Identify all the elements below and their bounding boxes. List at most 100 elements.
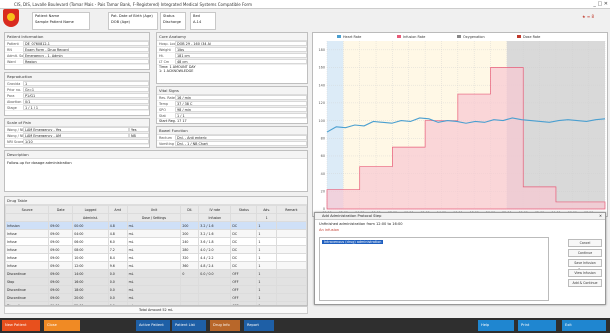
dialog-continue-button[interactable]: Continue [568,249,602,257]
table-row[interactable]: Infuse 09:00 04:00 4.8 mL 200 3.2 / 1.6 DC 1 [5,229,307,238]
column-header[interactable]: Unit [126,205,182,214]
scale-of-pain-field[interactable]: LAM Emergency - AM [23,133,129,138]
table-cell: 4.8 / 2.4 [198,261,232,270]
header-bed[interactable]: Bed A-14 [190,12,216,30]
y-tick-label: 40 [321,172,325,176]
patient-info-field[interactable]: Exam Form - Drug Record [23,47,149,52]
dialog-selected-item[interactable]: Intravenous (drug) administration [322,240,384,244]
dialog-cancel-button[interactable]: Cancel [568,239,602,247]
window-controls[interactable]: _ □ ✕ [593,1,608,7]
table-cell [275,269,307,278]
core-anatomy-field[interactable]: DOB 29 - 160 (34 A) [175,41,307,46]
legend-label: Oxygenation [463,35,485,39]
table-cell: Infuse [5,261,50,270]
table-row[interactable]: Discontinue 09:00 18:00 0.0 mL OFF 1 [5,285,307,294]
table-row[interactable]: Discontinue 09:00 20:00 0.0 mL OFF 1 [5,293,307,302]
vital-signs-field[interactable]: 37 / 38 C [175,101,307,106]
dialog-add-continue-button[interactable]: Add & Continue [568,279,602,287]
column-header[interactable]: Date [48,205,74,214]
table-cell: Infuse [5,253,50,262]
column-header[interactable]: Logged [72,205,109,214]
vital-signs-field[interactable]: 16 / min [175,95,307,100]
bowel-function-field[interactable]: Dnl. - Anti enteric [175,135,307,140]
dialog-close-icon[interactable]: ✕ [599,213,602,220]
help-button[interactable]: Help [478,320,514,331]
column-header[interactable]: Adv. [256,205,277,214]
table-cell [275,237,307,246]
table-cell [275,277,307,286]
drug-info-button[interactable]: Drug Info [210,320,240,331]
description-text[interactable]: Follow-up for dosage administration [5,159,307,167]
reproduction-row: Stage 1 / 1 / 1 [5,105,149,111]
table-cell: 0.0 [107,269,128,278]
scale-of-pain-select[interactable]: Yes [129,127,149,132]
reproduction-field[interactable]: P1/G1 [23,93,149,98]
table-cell: DC [230,261,258,270]
core-anatomy-field[interactable]: 181 cm [175,53,307,58]
status-indicator[interactable]: ★ ≡ 8 [582,14,594,19]
shade-blue [327,41,344,209]
column-header[interactable]: Status [230,205,258,214]
patient-info-label: Ward [7,59,16,64]
table-cell: 6.0 [107,237,128,246]
table-row[interactable]: Infuse 09:00 06:00 6.0 mL 240 3.6 / 1.8 DC 1 [5,237,307,246]
reproduction-field[interactable]: 1 / 1 / 1 [23,105,149,110]
patient-info-field[interactable]: Emergency - 1, Admin [23,53,149,58]
new-patient-button[interactable]: New Patient [2,320,40,331]
reproduction-field[interactable]: 1 [23,81,149,86]
reproduction-label: Para [7,93,15,98]
bowel-function-field[interactable]: Dnl. - 1 / NB Chart [175,141,307,146]
reproduction-field[interactable]: 0/1 [23,99,149,104]
table-row[interactable]: Infuse 09:00 10:00 8.4 mL 320 4.4 / 2.2 DC 1 [5,253,307,262]
dialog-view-infusion-button[interactable]: View Infusion [568,269,602,277]
exit-button[interactable]: Exit [562,320,606,331]
column-header[interactable]: Source [5,205,50,214]
dialog-list[interactable]: Intravenous (drug) administration [319,237,549,301]
core-anatomy-field[interactable]: 48 cm [175,59,307,64]
core-anatomy-field[interactable]: 1lbs [175,47,307,52]
core-anatomy-label: Weight [159,47,171,52]
column-header[interactable]: Amt [107,205,128,214]
column-subheader [5,213,50,222]
scale-of-pain-field[interactable]: 1/10 [23,139,149,144]
scale-of-pain-select[interactable]: NB [129,133,149,138]
column-header[interactable]: Dil. [180,205,200,214]
app-logo [3,9,19,27]
column-subheader [107,213,128,222]
vital-signs-label: SPO [159,107,166,112]
vital-signs-label: Temp [159,101,169,106]
table-cell: mL [126,245,182,254]
table-row[interactable]: Infuse 09:00 08:00 7.2 mL 280 4.0 / 2.0 DC 1 [5,245,307,254]
table-cell: 09:00 [48,261,74,270]
column-header[interactable]: Remark [275,205,307,214]
active-patient-button[interactable]: Active Patient [136,320,170,331]
patient-info-label: RN [7,47,12,52]
table-cell: 12:00 [72,261,109,270]
column-header[interactable]: IV rate [198,205,232,214]
patient-list-button[interactable]: Patient List [172,320,206,331]
scale-of-pain-field[interactable]: LAM Emergency - Yes [23,127,129,132]
table-row[interactable]: Stop 09:00 16:00 0.0 mL OFF 1 [5,277,307,286]
table-row[interactable]: Infuse 09:00 12:00 9.6 mL 360 4.8 / 2.4 DC 1 [5,261,307,270]
table-cell: 0.0 [107,277,128,286]
patient-info-field[interactable]: DE_0760812-1 [23,41,149,46]
vital-signs-field[interactable]: 1 / 1 [175,113,307,118]
vital-signs-field[interactable]: 98 / min [175,107,307,112]
report-button[interactable]: Report [244,320,274,331]
table-cell: 3.2 / 1.6 [198,229,232,238]
table-row[interactable]: Infusion 09:00 00:00 4.8 mL 200 3.2 / 1.6 DC 1 [5,221,307,230]
table-cell: 200 [180,229,200,238]
dialog-titlebar: Add Administration Protocol Step ✕ [315,213,605,220]
dialog-save-progress-button[interactable]: Save Infusion Progress [568,259,602,272]
scale-of-pain-row: NRI Score 1/10 [5,139,149,145]
table-row[interactable]: Discontinue 09:00 14:00 0.0 mL 0 0.0 / 0.0 OFF 1 [5,269,307,278]
bottom-toolbar: New Patient Close Active Patient Patient… [0,318,610,333]
reproduction-field[interactable]: Gr=1 [23,87,149,92]
dialog-message: Unfinished administration from 12:00 to … [319,222,403,226]
print-button[interactable]: Print [518,320,556,331]
close-button[interactable]: Close [44,320,80,331]
table-cell: 20:00 [72,293,109,302]
drug-table-title: Drug Table [5,197,307,205]
core-anatomy-label: Ht. [159,53,164,58]
patient-info-field[interactable]: Region [23,59,149,64]
